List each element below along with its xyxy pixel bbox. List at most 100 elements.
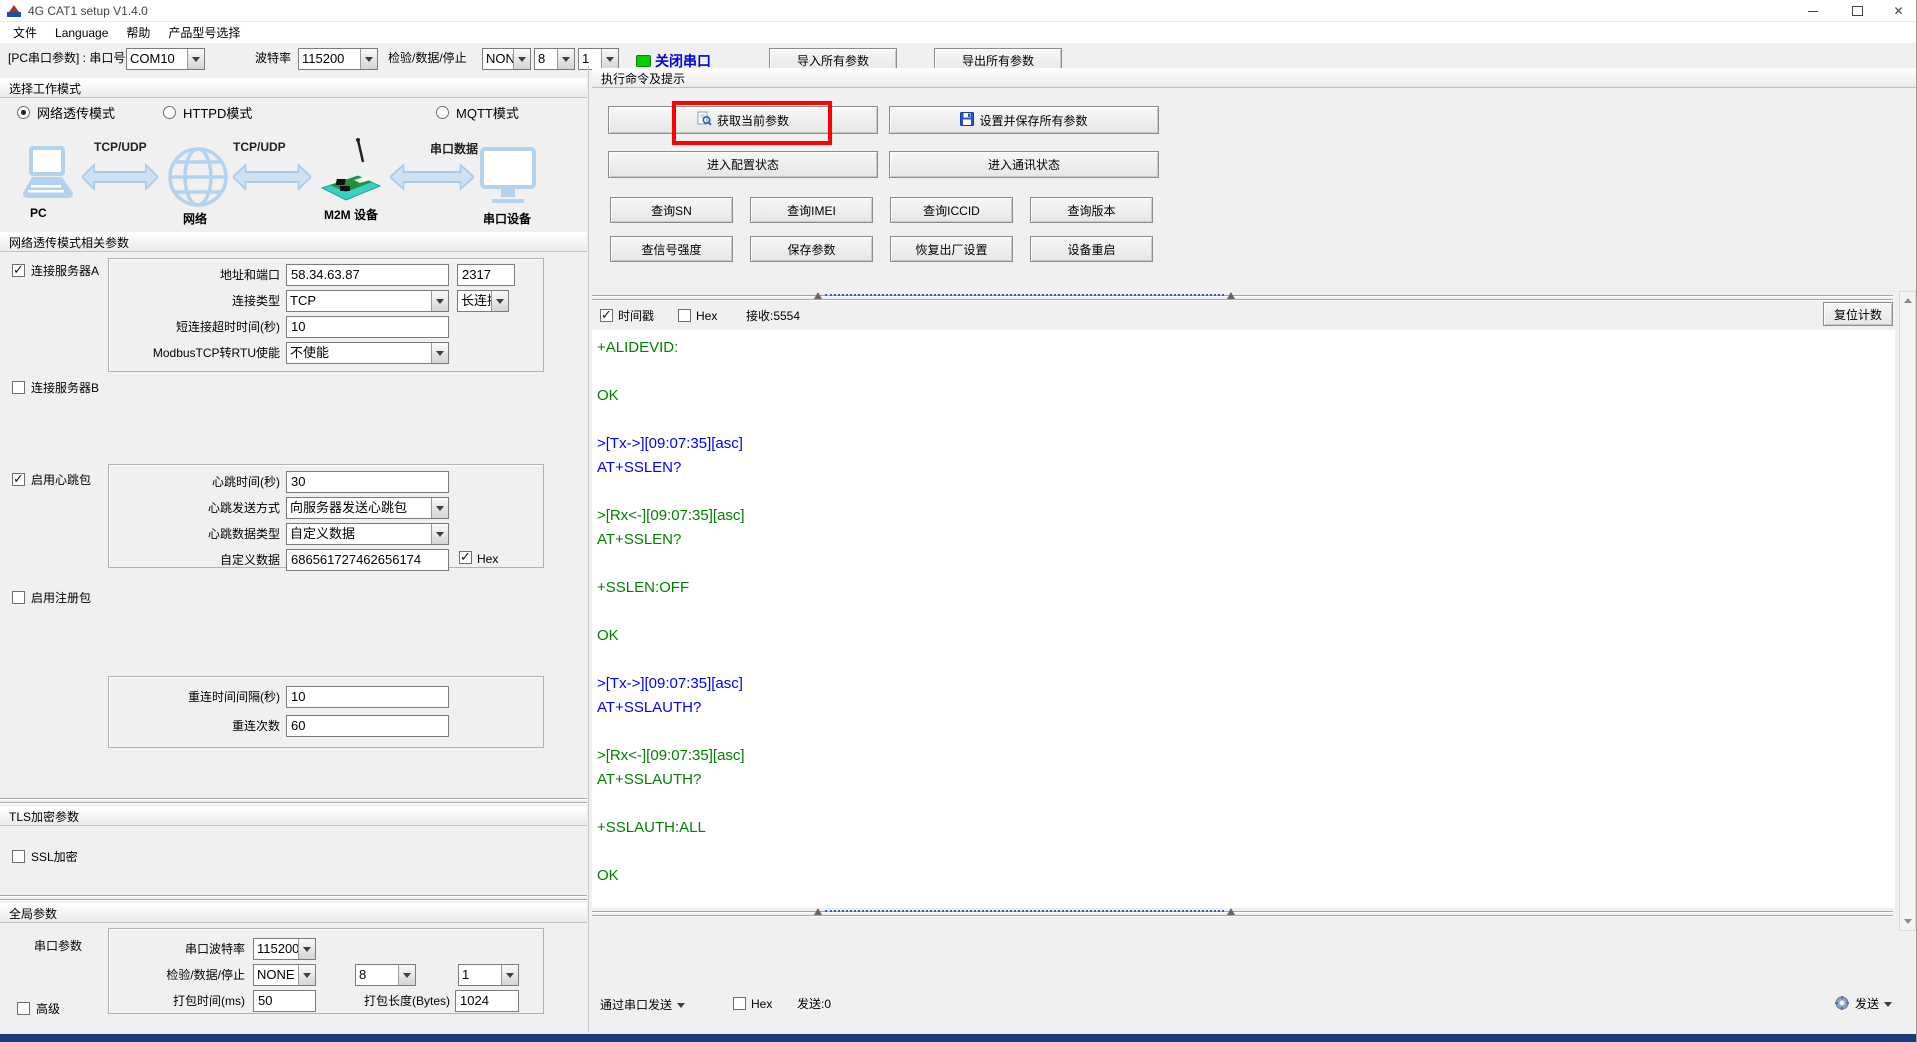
slider-right-thumb-icon[interactable] — [1227, 908, 1235, 915]
reconn-count-label: 重连次数 — [140, 715, 280, 737]
chevron-down-icon[interactable] — [501, 965, 518, 985]
work-mode-option-1[interactable]: 网络透传模式 — [17, 104, 115, 120]
reconn-interval-label: 重连时间间隔(秒) — [130, 686, 280, 708]
set-save-params-button[interactable]: 设置并保存所有参数 — [889, 106, 1159, 134]
close-button[interactable]: ✕ — [1880, 0, 1917, 22]
menu-item-2[interactable]: Language — [46, 23, 117, 43]
chevron-down-icon[interactable] — [431, 343, 448, 363]
work-mode-header: 选择工作模式 — [0, 78, 587, 98]
work-mode-option-2[interactable]: HTTPD模式 — [163, 104, 252, 120]
short-timeout-input[interactable]: 10 — [286, 316, 449, 338]
timestamp-checkbox[interactable] — [600, 309, 613, 322]
log-line: OK — [597, 624, 1895, 648]
stop-bits-select[interactable]: 1 — [578, 48, 619, 70]
enter-config-button[interactable]: 进入配置状态 — [608, 151, 878, 178]
chevron-down-icon[interactable] — [601, 49, 618, 69]
command-button-6[interactable]: 保存参数 — [750, 236, 873, 262]
hb-hex-checkbox[interactable] — [459, 551, 472, 564]
command-button-8[interactable]: 设备重启 — [1030, 236, 1153, 262]
recv-hex-checkbox[interactable] — [678, 309, 691, 322]
server-b-checkbox[interactable] — [12, 381, 25, 394]
baud-select[interactable]: 115200 — [298, 48, 378, 70]
conn-keep-select[interactable]: 长连接 — [457, 290, 509, 312]
chevron-down-icon[interactable] — [187, 49, 204, 69]
reset-count-button[interactable]: 复位计数 — [1823, 302, 1893, 326]
slider-right-thumb-icon[interactable] — [1227, 292, 1235, 299]
hb-time-input[interactable]: 30 — [286, 471, 449, 493]
slider-left-thumb-icon[interactable] — [814, 908, 822, 915]
enter-comm-button[interactable]: 进入通讯状态 — [889, 151, 1159, 178]
chevron-down-icon[interactable] — [491, 291, 508, 311]
scroll-up-icon[interactable] — [1901, 293, 1914, 307]
hb-mode-select[interactable]: 向服务器发送心跳包 — [286, 497, 449, 519]
log-line: AT+SSLEN? — [597, 528, 1895, 552]
radio-icon[interactable] — [436, 106, 449, 119]
chevron-down-icon[interactable] — [360, 49, 377, 69]
slider-track[interactable] — [825, 910, 1224, 912]
com-port-select[interactable]: COM10 — [126, 48, 205, 70]
chevron-down-icon[interactable] — [431, 524, 448, 544]
hb-type-select[interactable]: 自定义数据 — [286, 523, 449, 545]
chevron-down-icon[interactable] — [557, 49, 574, 69]
serial-monitor-icon — [479, 146, 537, 209]
log-bottom-slider[interactable] — [814, 904, 1235, 918]
reconn-count-input[interactable]: 60 — [286, 715, 449, 737]
conn-type-select[interactable]: TCP — [286, 290, 449, 312]
heartbeat-checkbox[interactable] — [12, 473, 25, 486]
ssl-checkbox[interactable] — [12, 850, 25, 863]
scroll-down-icon[interactable] — [1901, 914, 1914, 928]
register-checkbox[interactable] — [12, 591, 25, 604]
get-params-button[interactable]: 获取当前参数 — [608, 106, 878, 134]
menu-item-3[interactable]: 帮助 — [117, 21, 159, 44]
log-output[interactable]: +ALIDEVID:OK>[Tx->][09:07:35][asc]AT+SSL… — [592, 330, 1895, 908]
node-label-serial-device: 串口设备 — [483, 210, 531, 227]
log-line — [597, 648, 1895, 672]
server-a-port-input[interactable]: 2317 — [457, 264, 515, 286]
command-button-3[interactable]: 查询ICCID — [890, 197, 1013, 223]
menu-bar: 文件Language帮助产品型号选择 — [0, 22, 1917, 43]
global-stop-bits-select[interactable]: 1 — [458, 964, 519, 986]
command-button-1[interactable]: 查询SN — [610, 197, 733, 223]
global-baud-select[interactable]: 115200 — [253, 938, 316, 960]
command-button-5[interactable]: 查信号强度 — [610, 236, 733, 262]
chevron-down-icon[interactable] — [513, 49, 530, 69]
pack-time-label: 打包时间(ms) — [125, 990, 245, 1012]
slider-left-thumb-icon[interactable] — [814, 292, 822, 299]
radio-icon[interactable] — [17, 106, 30, 119]
radio-icon[interactable] — [163, 106, 176, 119]
command-button-4[interactable]: 查询版本 — [1030, 197, 1153, 223]
data-bits-select[interactable]: 8 — [534, 48, 575, 70]
log-top-slider[interactable] — [814, 288, 1235, 302]
heartbeat-label: 启用心跳包 — [31, 472, 91, 488]
reconn-interval-input[interactable]: 10 — [286, 686, 449, 708]
menu-item-1[interactable]: 文件 — [4, 21, 46, 44]
parity-select[interactable]: NONI — [482, 48, 531, 70]
minimize-button[interactable] — [1790, 0, 1835, 22]
window-title: 4G CAT1 setup V1.4.0 — [28, 4, 148, 18]
pack-len-input[interactable]: 1024 — [455, 990, 519, 1012]
command-button-2[interactable]: 查询IMEI — [750, 197, 873, 223]
chevron-down-icon[interactable] — [431, 291, 448, 311]
maximize-button[interactable] — [1835, 0, 1880, 22]
menu-item-4[interactable]: 产品型号选择 — [159, 21, 249, 44]
chevron-down-icon[interactable] — [298, 939, 315, 959]
server-a-address-input[interactable]: 58.34.63.87 — [286, 264, 449, 286]
global-data-bits-select[interactable]: 8 — [355, 964, 416, 986]
hb-custom-input[interactable]: 686561727462656174 — [286, 549, 449, 571]
chevron-down-icon[interactable] — [398, 965, 415, 985]
chevron-down-icon[interactable] — [298, 965, 315, 985]
global-parity-select[interactable]: NONE — [253, 964, 316, 986]
chevron-down-icon[interactable] — [431, 498, 448, 518]
work-mode-option-3[interactable]: MQTT模式 — [436, 104, 519, 120]
section-separator — [0, 798, 587, 803]
send-via-serial-dropdown[interactable]: 通过串口发送 — [600, 996, 685, 1014]
server-a-checkbox[interactable] — [12, 264, 25, 277]
send-button[interactable]: 发送 — [1834, 994, 1892, 1014]
log-scrollbar[interactable] — [1899, 291, 1916, 931]
advanced-checkbox[interactable] — [17, 1002, 30, 1015]
modbus-select[interactable]: 不使能 — [286, 342, 449, 364]
slider-track[interactable] — [825, 294, 1224, 296]
command-button-7[interactable]: 恢复出厂设置 — [890, 236, 1013, 262]
send-hex-checkbox[interactable] — [733, 997, 746, 1010]
pack-time-input[interactable]: 50 — [253, 990, 316, 1012]
